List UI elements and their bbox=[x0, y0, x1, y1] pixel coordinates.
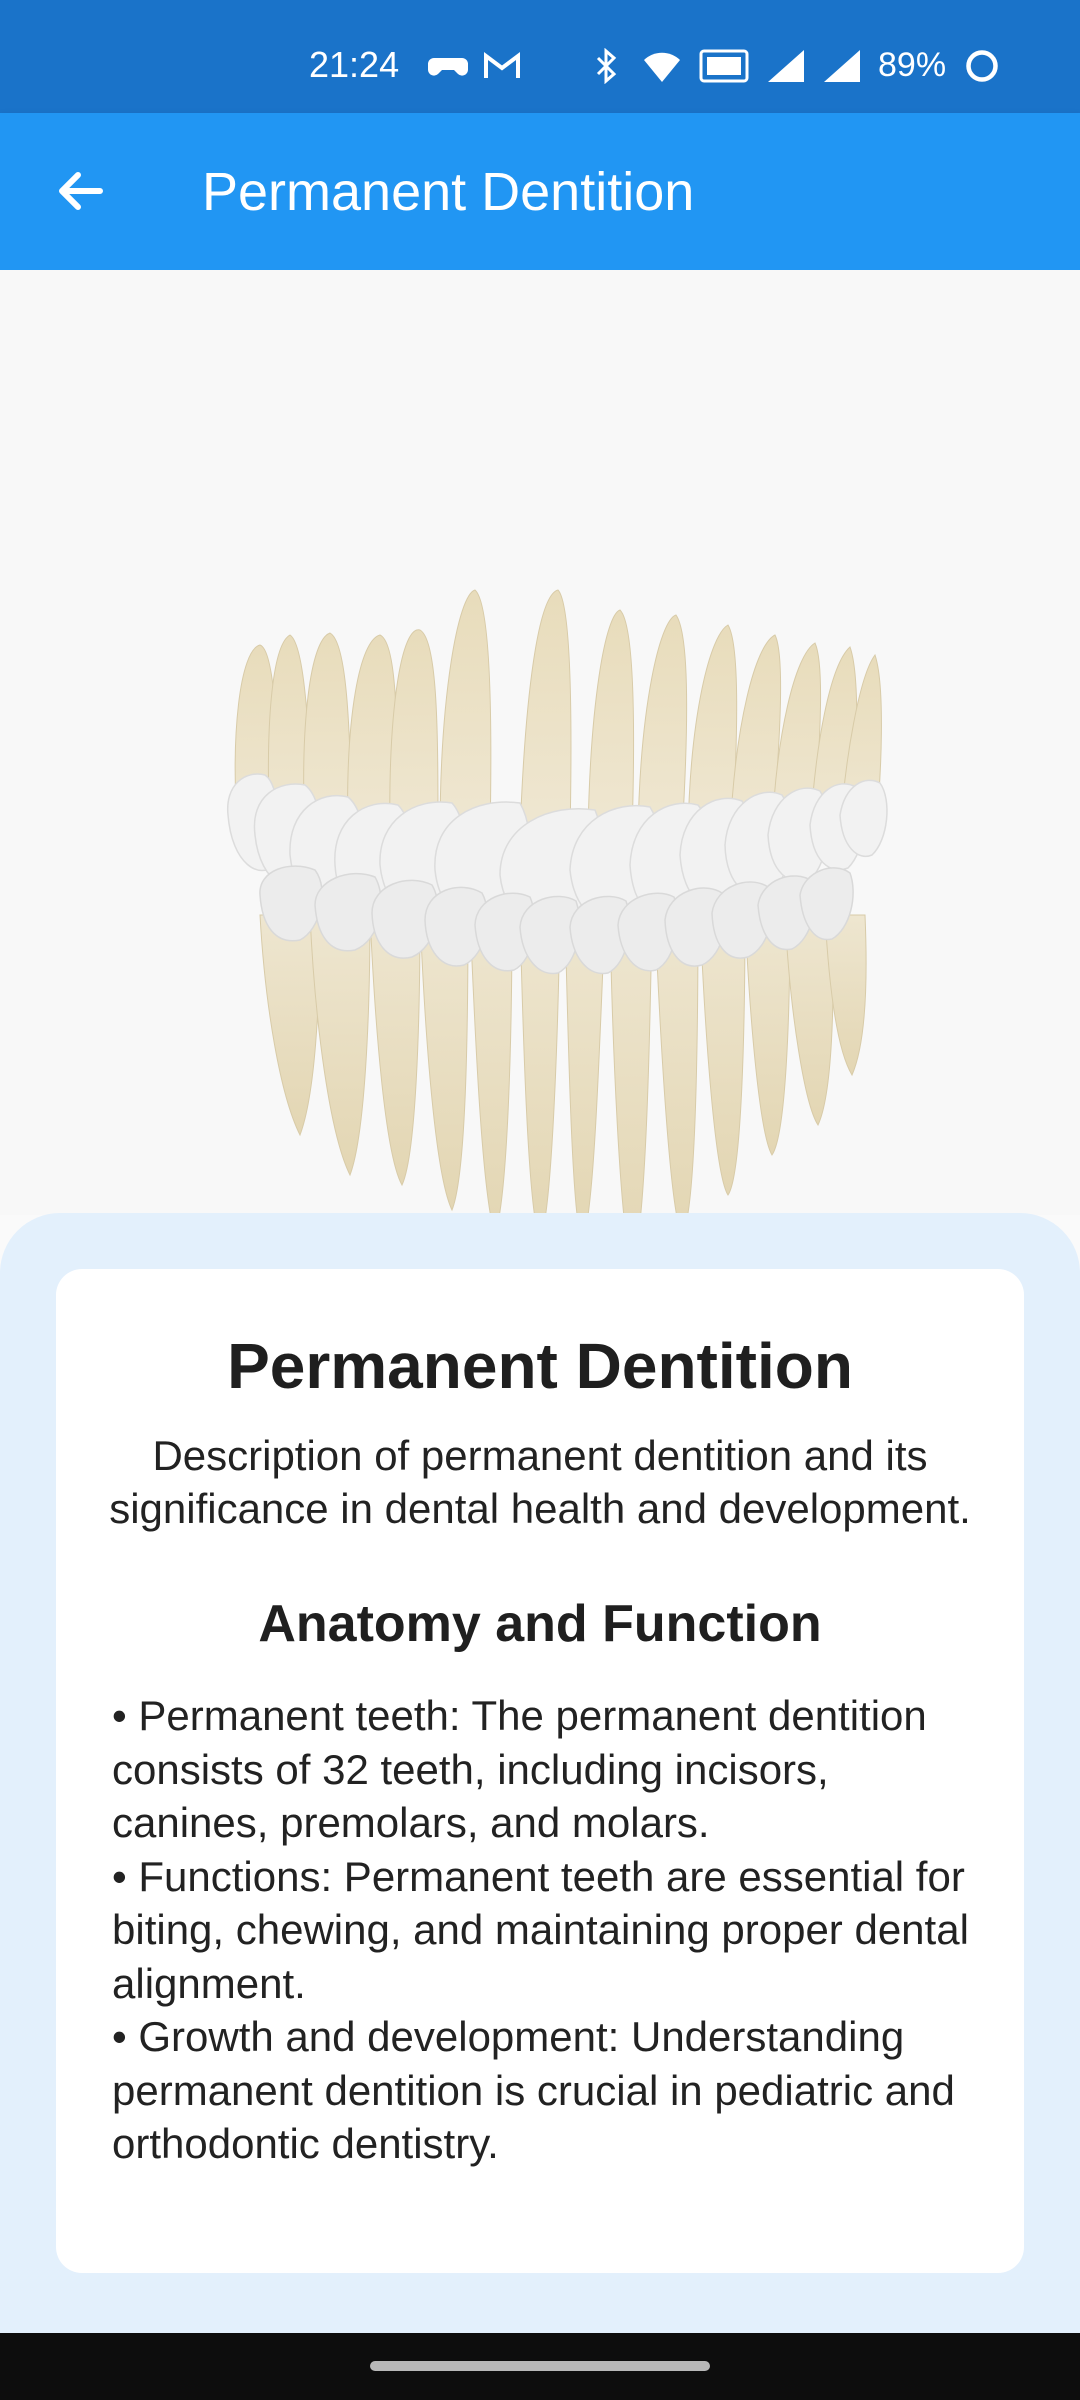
info-card: Permanent Dentition Description of perma… bbox=[56, 1269, 1024, 2273]
teeth-3d-model[interactable] bbox=[220, 535, 900, 1275]
list-item: • Permanent teeth: The permanent dentiti… bbox=[112, 1692, 927, 1846]
battery-ring-icon bbox=[966, 49, 998, 82]
system-navigation-bar bbox=[0, 2333, 1080, 2400]
card-description: Description of permanent dentition and i… bbox=[109, 1432, 971, 1532]
info-panel: Permanent Dentition Description of perma… bbox=[0, 1213, 1080, 2333]
game-controller-icon bbox=[428, 58, 468, 76]
gmail-icon bbox=[484, 52, 520, 78]
3d-model-viewer[interactable] bbox=[0, 270, 1080, 1439]
app-bar: Permanent Dentition bbox=[0, 113, 1080, 270]
wifi-icon bbox=[644, 52, 680, 82]
status-bar: 21:24 89% bbox=[0, 0, 1080, 113]
bluetooth-icon bbox=[596, 47, 617, 84]
bullet-list: • Permanent teeth: The permanent dentiti… bbox=[112, 1689, 992, 2171]
status-time: 21:24 bbox=[309, 44, 400, 85]
signal-icon bbox=[824, 49, 860, 82]
system-icons: 89% bbox=[586, 46, 1002, 85]
section-heading: Anatomy and Function bbox=[258, 1595, 822, 1653]
signal-icon bbox=[768, 49, 804, 82]
battery-percentage: 89% bbox=[878, 46, 947, 84]
card-title: Permanent Dentition bbox=[227, 1330, 853, 1402]
notification-icons bbox=[428, 48, 522, 84]
list-item: • Growth and development: Understanding … bbox=[112, 2013, 955, 2167]
vowifi-icon bbox=[699, 49, 749, 82]
back-button[interactable] bbox=[40, 151, 120, 231]
page-title: Permanent Dentition bbox=[202, 162, 695, 222]
home-gesture-handle[interactable] bbox=[370, 2361, 710, 2371]
arrow-back-icon bbox=[59, 172, 103, 210]
list-item: • Functions: Permanent teeth are essenti… bbox=[112, 1852, 969, 2007]
